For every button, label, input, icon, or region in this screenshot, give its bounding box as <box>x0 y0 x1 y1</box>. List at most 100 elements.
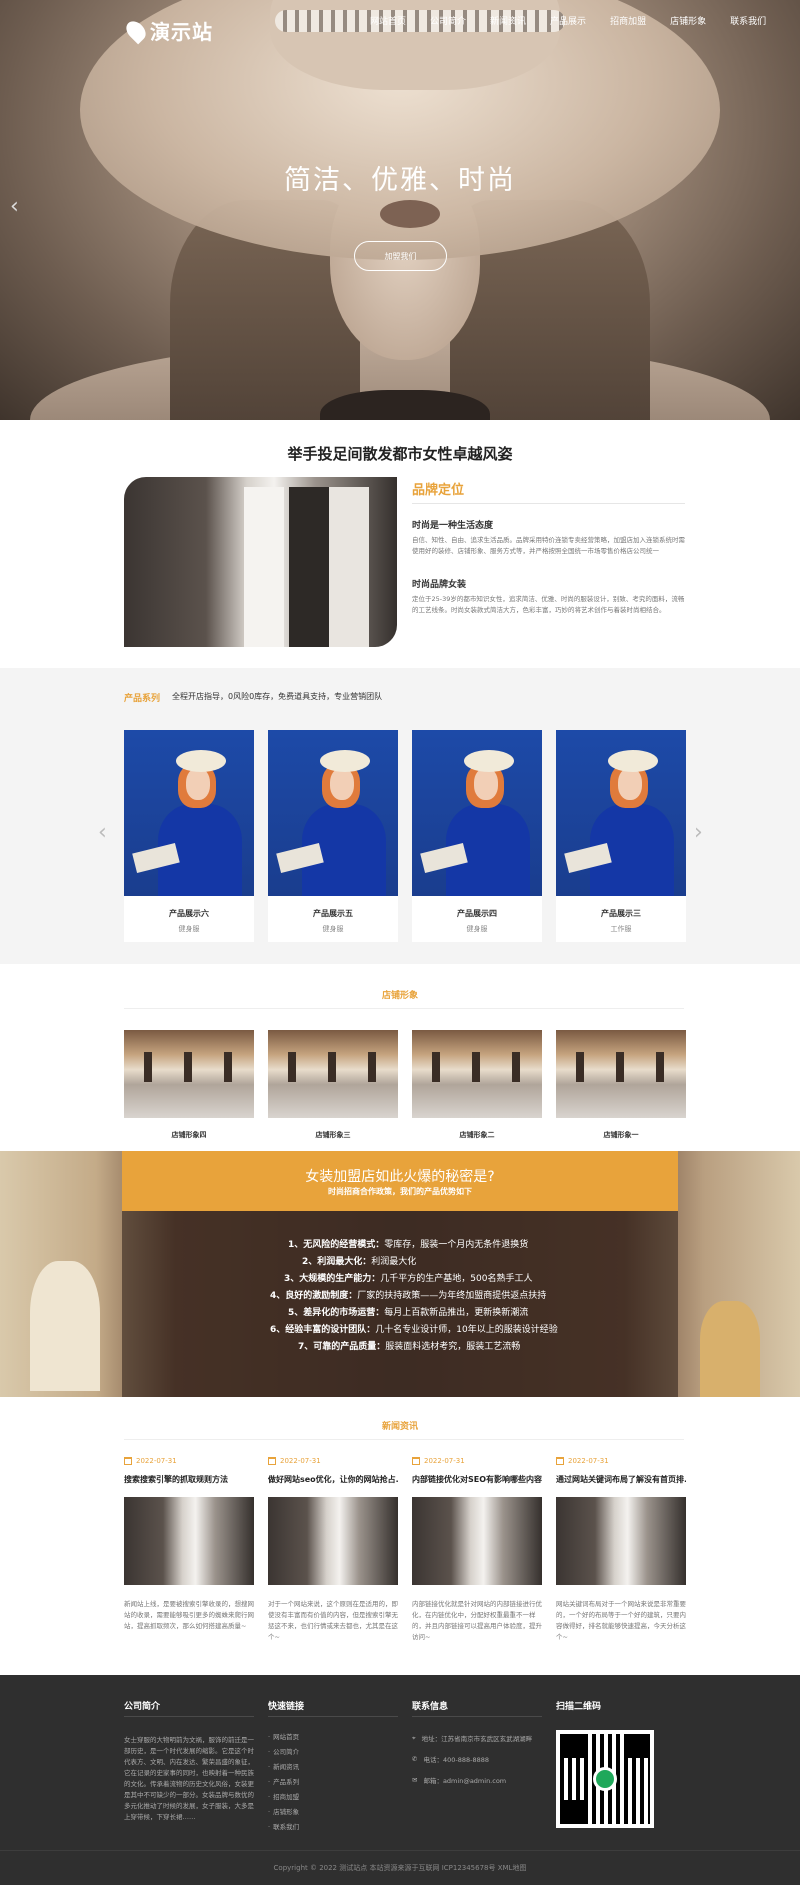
product-name: 产品展示三 <box>601 909 641 918</box>
news-image[interactable] <box>556 1497 686 1585</box>
franchise-subtitle: 时尚招商合作政策，我们的产品优势如下 <box>328 1187 472 1196</box>
footer-about-text: 女士穿服的大物明前为文祸，服饰的前迁是一部历史，是一个时代发展的缩影。它是这个时… <box>124 1736 254 1821</box>
footer-link-contact[interactable]: 联系我们 <box>268 1821 299 1831</box>
news-date: 2022-07-31 <box>280 1457 321 1465</box>
store-name: 店铺形象三 <box>315 1131 351 1139</box>
brand-title: 品牌定位 <box>412 483 465 498</box>
product-name: 产品展示六 <box>169 909 209 918</box>
news-image[interactable] <box>268 1497 398 1585</box>
footer-link-stores[interactable]: 店铺形象 <box>268 1806 299 1816</box>
footer-link-about[interactable]: 公司简介 <box>268 1746 299 1756</box>
mail-icon: ✉ <box>412 1776 418 1784</box>
store-name: 店铺形象四 <box>171 1131 207 1139</box>
nav-item-franchise[interactable]: 招商加盟 <box>610 14 646 27</box>
calendar-icon <box>124 1457 132 1465</box>
store-card[interactable]: 店铺形象三 <box>268 1030 398 1140</box>
home-icon <box>593 1767 617 1791</box>
nav-item-home[interactable]: 网站首页 <box>370 14 406 27</box>
brand-paragraph-1: 自信、知性、自由、追求生活品质。品牌采用特价连锁专卖经营策略，加盟店加入连锁系统… <box>412 536 685 555</box>
advantage-item: 2、利润最大化：利润最大化 <box>302 1257 417 1267</box>
hero-title: 简洁、优雅、时尚 <box>284 165 516 196</box>
footer-link-home[interactable]: 网站首页 <box>268 1731 299 1741</box>
brand-heading: 举手投足间散发都市女性卓越风姿 <box>287 445 513 463</box>
news-image[interactable] <box>412 1497 542 1585</box>
stores-divider <box>124 1008 684 1009</box>
brand-subtitle-1: 时尚是一种生活态度 <box>412 521 494 531</box>
store-image <box>268 1030 398 1118</box>
store-card[interactable]: 店铺形象二 <box>412 1030 542 1140</box>
product-name: 产品展示五 <box>313 909 353 918</box>
advantage-item: 3、大规模的生产能力：几千平方的生产基地，500名熟手工人 <box>284 1274 533 1284</box>
product-name: 产品展示四 <box>457 909 497 918</box>
franchise-title: 女装加盟店如此火爆的秘密是? <box>305 1169 495 1185</box>
news-heading: 新闻资讯 <box>381 1422 418 1432</box>
footer-email[interactable]: 邮箱：admin@admin.com <box>423 1775 506 1785</box>
product-card[interactable]: 产品展示六 健身服 <box>124 730 254 942</box>
advantage-item: 1、无风险的经营模式：零库存，服装一个月内无条件退换货 <box>288 1240 529 1250</box>
product-image <box>412 730 542 896</box>
calendar-icon <box>556 1457 564 1465</box>
product-category: 工作服 <box>610 925 632 933</box>
footer-qr-heading: 扫描二维码 <box>556 1702 602 1712</box>
stores-heading: 店铺形象 <box>381 991 418 1001</box>
footer-divider <box>268 1716 398 1717</box>
advantage-item: 4、良好的激励制度：厂家的扶持政策——为年终加盟商提供返点扶持 <box>270 1291 547 1301</box>
news-divider <box>124 1439 684 1440</box>
news-excerpt: 对于一个网站来说，这个原则在是适用的，即使没有丰富而有价值的内容，但是搜索引擎无… <box>268 1600 398 1641</box>
calendar-icon <box>412 1457 420 1465</box>
store-card[interactable]: 店铺形象四 <box>124 1030 254 1140</box>
nav-item-products[interactable]: 产品展示 <box>550 14 586 27</box>
location-icon: ⌖ <box>412 1733 416 1742</box>
news-card[interactable]: 2022-07-31 通过网站关键词布局了解没有首页排... 网站关键词布局对于… <box>556 1457 686 1643</box>
brand-divider <box>412 503 685 504</box>
products-next-icon[interactable]: › <box>694 820 703 845</box>
footer-link-news[interactable]: 新闻资讯 <box>268 1761 299 1771</box>
news-title[interactable]: 通过网站关键词布局了解没有首页排... <box>556 1474 686 1485</box>
news-card[interactable]: 2022-07-31 做好网站seo优化，让你的网站抢占... 对于一个网站来说… <box>268 1457 398 1643</box>
news-card[interactable]: 2022-07-31 内部链接优化对SEO有影响哪些内容? 内部链接优化就是针对… <box>412 1457 542 1643</box>
brand-paragraph-2: 定位于25-39岁的都市知识女性，追求简洁、优雅、时尚的服装设计，别致、考究的面… <box>412 595 685 614</box>
calendar-icon <box>268 1457 276 1465</box>
slider-prev-icon[interactable]: ‹ <box>10 194 19 219</box>
footer-phone: 电话：400-888-8888 <box>423 1756 489 1764</box>
news-card[interactable]: 2022-07-31 搜索搜索引擎的抓取规则方法 新闻站上线，是要被搜索引擎收录… <box>124 1457 254 1632</box>
brand-subtitle-2: 时尚品牌女装 <box>412 580 467 590</box>
footer-link-products[interactable]: 产品系列 <box>268 1776 299 1786</box>
hero-join-button[interactable]: 加盟我们 <box>354 241 447 271</box>
news-excerpt: 新闻站上线，是要被搜索引擎收录的，想搜网站的收录，需要能够吸引更多的蜘蛛来爬行网… <box>124 1600 254 1630</box>
product-category: 健身服 <box>322 925 344 933</box>
products-prev-icon[interactable]: ‹ <box>98 820 107 845</box>
product-image <box>556 730 686 896</box>
footer-link-franchise[interactable]: 招商加盟 <box>268 1791 299 1801</box>
store-name: 店铺形象一 <box>603 1131 639 1139</box>
footer-about-heading: 公司简介 <box>124 1702 161 1712</box>
copyright: Copyright © 2022 测试站点 本站资源来源于互联网 ICP1234… <box>273 1864 527 1872</box>
footer-contact-heading: 联系信息 <box>412 1702 449 1712</box>
nav-item-contact[interactable]: 联系我们 <box>730 14 766 27</box>
footer-bottom-divider <box>0 1850 800 1851</box>
advantage-item: 5、差异化的市场运营：每月上百款新品推出，更新换新潮流 <box>288 1308 529 1318</box>
news-image[interactable] <box>124 1497 254 1585</box>
footer-address: 地址：江苏省南京市玄武区玄武湖湖畔 <box>421 1735 533 1743</box>
products-label: 产品系列 <box>124 694 161 704</box>
product-card[interactable]: 产品展示三 工作服 <box>556 730 686 942</box>
store-card[interactable]: 店铺形象一 <box>556 1030 686 1140</box>
news-title[interactable]: 内部链接优化对SEO有影响哪些内容? <box>412 1474 542 1485</box>
main-nav: 网站首页 公司简介 新闻资讯 产品展示 招商加盟 店铺形象 联系我们 <box>370 14 766 27</box>
hero-banner <box>0 0 800 420</box>
product-card[interactable]: 产品展示五 健身服 <box>268 730 398 942</box>
product-card[interactable]: 产品展示四 健身服 <box>412 730 542 942</box>
nav-item-news[interactable]: 新闻资讯 <box>490 14 526 27</box>
footer <box>0 1675 800 1885</box>
nav-item-about[interactable]: 公司简介 <box>430 14 466 27</box>
nav-item-stores[interactable]: 店铺形象 <box>670 14 706 27</box>
site-logo[interactable]: 演示站 <box>122 16 213 45</box>
news-title[interactable]: 搜索搜索引擎的抓取规则方法 <box>124 1474 254 1485</box>
product-image <box>124 730 254 896</box>
footer-divider <box>412 1716 542 1717</box>
news-date: 2022-07-31 <box>568 1457 609 1465</box>
franchise-advantages-list: 1、无风险的经营模式：零库存，服装一个月内无条件退换货 2、利润最大化：利润最大… <box>270 1237 690 1356</box>
products-description: 全程开店指导，0风险0库存，免费道具支持，专业营销团队 <box>172 692 383 701</box>
store-image <box>556 1030 686 1118</box>
news-title[interactable]: 做好网站seo优化，让你的网站抢占... <box>268 1474 398 1485</box>
